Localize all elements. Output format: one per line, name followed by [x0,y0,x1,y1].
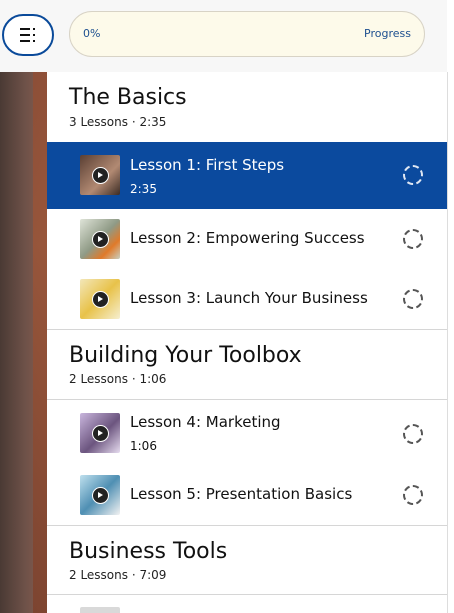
lesson-duration: 1:06 [130,439,157,453]
lesson-title: Lesson 4: Marketing [130,413,281,431]
section-header-the-basics[interactable]: The Basics 3 Lessons · 2:35 [47,72,447,142]
completion-status-icon [403,229,423,249]
lesson-list-panel: The Basics 3 Lessons · 2:35 Lesson 1: Fi… [47,72,448,613]
section-meta: 3 Lessons · 2:35 [69,115,167,129]
play-icon [91,290,109,308]
section-meta: 2 Lessons · 1:06 [69,372,167,386]
progress-label: Progress [364,27,411,40]
lesson-thumbnail [80,413,120,453]
play-icon [91,486,109,504]
lesson-item-partial[interactable] [47,595,447,613]
lesson-thumbnail [80,219,120,259]
video-frame-detail [33,0,47,613]
section-header-building-your-toolbox[interactable]: Building Your Toolbox 2 Lessons · 1:06 [47,329,447,399]
lesson-title: Lesson 1: First Steps [130,156,285,174]
play-icon [91,230,109,248]
progress-value: 0% [83,27,101,40]
lesson-duration: 2:35 [130,182,157,196]
lesson-thumbnail [80,607,120,613]
lesson-menu-button[interactable] [2,14,54,56]
video-background [0,0,47,613]
section-meta: 2 Lessons · 7:09 [69,568,167,582]
lesson-thumbnail [80,279,120,319]
section-title: The Basics [69,85,187,110]
lesson-item-2[interactable]: Lesson 2: Empowering Success [47,209,447,269]
lesson-title: Lesson 2: Empowering Success [130,229,365,247]
completion-status-icon [403,485,423,505]
lesson-title: Lesson 3: Launch Your Business [130,289,368,307]
play-icon [91,424,109,442]
progress-bar: 0% Progress [69,11,425,57]
completion-status-icon [403,424,423,444]
completion-status-icon [403,165,423,185]
list-menu-icon [20,28,35,42]
top-bar: 0% Progress [0,0,447,72]
lesson-title: Lesson 5: Presentation Basics [130,485,353,503]
lesson-item-4[interactable]: Lesson 4: Marketing 1:06 [47,399,447,469]
section-header-business-tools[interactable]: Business Tools 2 Lessons · 7:09 [47,525,447,595]
completion-status-icon [403,289,423,309]
section-title: Business Tools [69,539,228,564]
lesson-item-3[interactable]: Lesson 3: Launch Your Business [47,269,447,329]
section-title: Building Your Toolbox [69,343,302,368]
lesson-thumbnail [80,475,120,515]
lesson-item-1[interactable]: Lesson 1: First Steps 2:35 [47,142,447,209]
play-icon [91,166,109,184]
lesson-item-5[interactable]: Lesson 5: Presentation Basics [47,469,447,525]
lesson-thumbnail [80,155,120,195]
